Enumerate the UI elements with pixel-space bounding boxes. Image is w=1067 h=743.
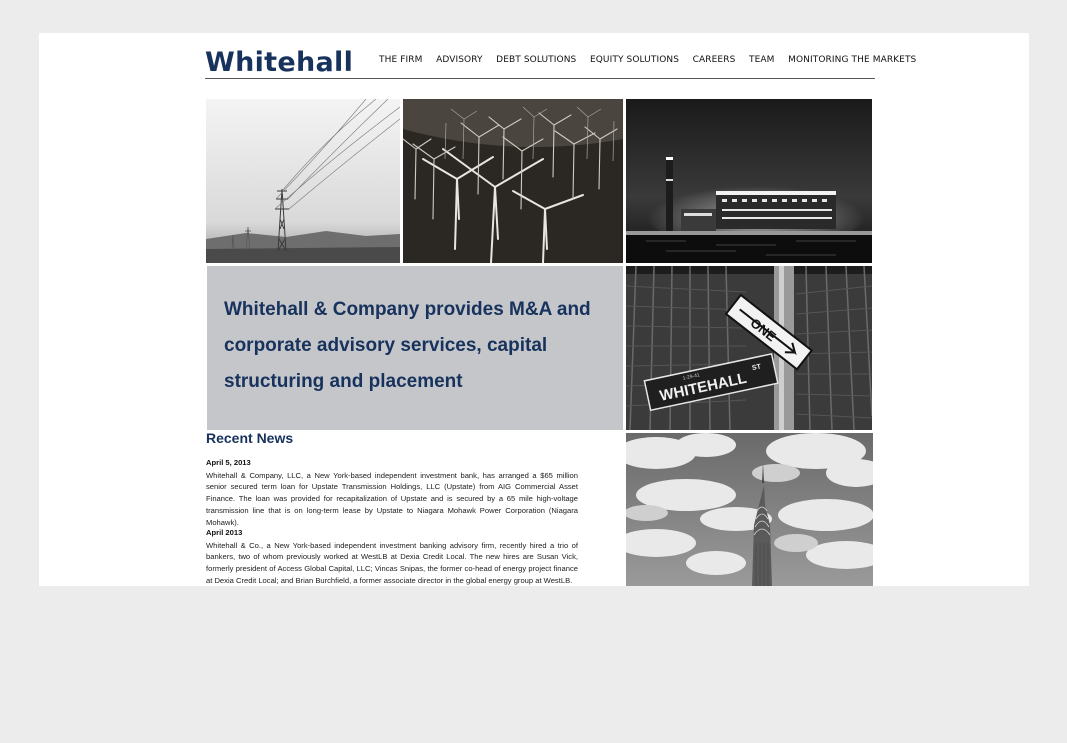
header-divider [205, 78, 875, 79]
power-lines-photo [206, 99, 400, 263]
hero-banner: Whitehall & Company provides M&A and cor… [207, 266, 623, 430]
nav-item-debt-solutions[interactable]: DEBT SOLUTIONS [496, 55, 576, 65]
wind-turbines-photo [403, 99, 623, 263]
news-date: April 5, 2013 [206, 458, 251, 467]
chrysler-building-photo [626, 433, 873, 586]
news-body: Whitehall & Company, LLC, a New York-bas… [206, 470, 578, 527]
news-body: Whitehall & Co., a New York-based indepe… [206, 540, 578, 585]
nav-item-the-firm[interactable]: THE FIRM [379, 55, 422, 65]
power-plant-night-photo [626, 99, 872, 263]
news-date: April 2013 [206, 528, 243, 537]
page-frame: Whitehall THE FIRM ADVISORY DEBT SOLUTIO… [39, 33, 1029, 586]
nav-item-team[interactable]: TEAM [749, 55, 775, 65]
recent-news-heading: Recent News [206, 430, 294, 446]
nav-item-monitoring-the-markets[interactable]: MONITORING THE MARKETS [788, 55, 916, 65]
whitehall-street-sign-photo: ONE WHITEHALL ST 1-29-41 [626, 266, 872, 430]
news-item: April 5, 2013 Whitehall & Company, LLC, … [206, 457, 578, 528]
main-nav: THE FIRM ADVISORY DEBT SOLUTIONS EQUITY … [379, 55, 930, 65]
nav-item-advisory[interactable]: ADVISORY [436, 55, 483, 65]
whitehall-logo[interactable]: Whitehall [205, 47, 353, 78]
nav-item-careers[interactable]: CAREERS [693, 55, 736, 65]
news-item: April 2013 Whitehall & Co., a New York-b… [206, 527, 578, 586]
nav-item-equity-solutions[interactable]: EQUITY SOLUTIONS [590, 55, 679, 65]
hero-tagline: Whitehall & Company provides M&A and cor… [224, 299, 591, 392]
